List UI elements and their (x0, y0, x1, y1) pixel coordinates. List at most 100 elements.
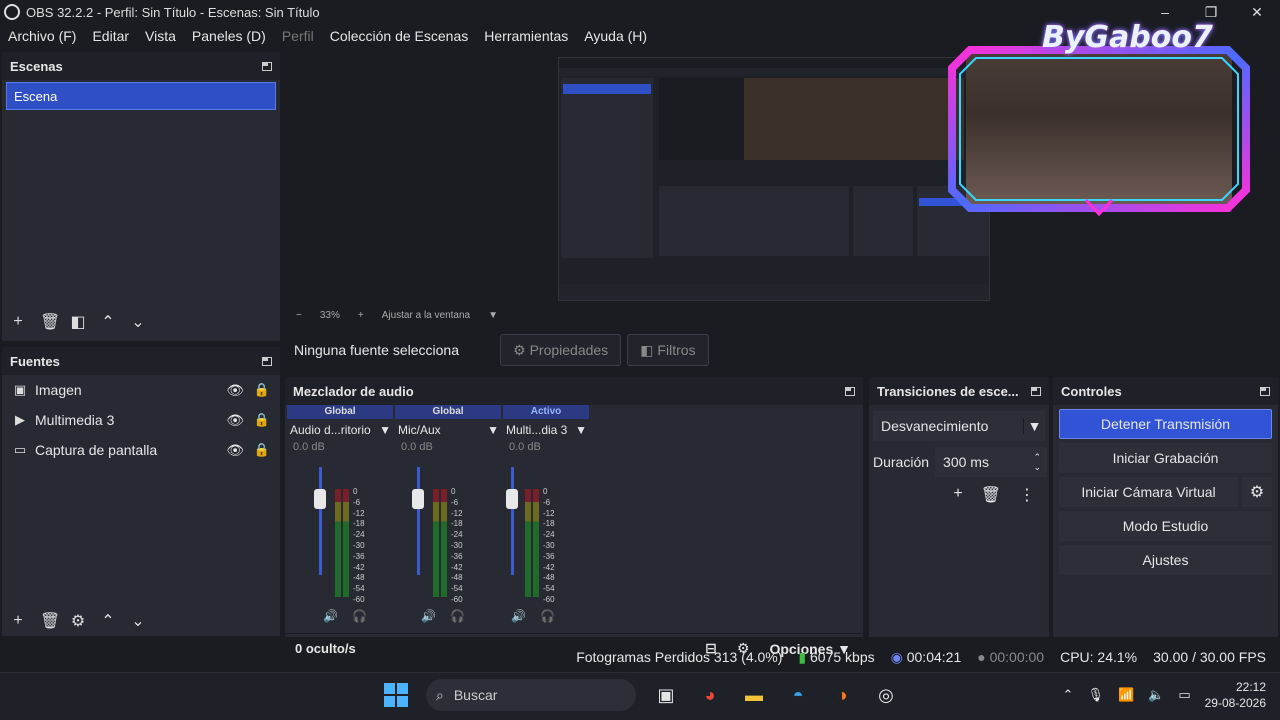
more-options-icon[interactable]: ⋮ (1019, 485, 1035, 505)
volume-slider-track[interactable] (417, 467, 420, 575)
chevron-down-icon[interactable]: ▼ (575, 423, 587, 437)
menu-paneles[interactable]: Paneles (D) (184, 28, 274, 44)
trash-icon[interactable]: 🗑 (981, 485, 1001, 505)
zoom-out-button[interactable]: − (296, 310, 302, 321)
volume-slider-track[interactable] (511, 467, 514, 575)
move-up-icon[interactable]: ⌃ (100, 312, 116, 332)
volume-icon[interactable]: 🔈 (1148, 687, 1164, 703)
trash-icon[interactable]: 🗑 (40, 312, 60, 332)
clock[interactable]: 22:12 29-08-2026 (1205, 679, 1266, 711)
transition-select[interactable]: Desvanecimiento ▼ (873, 411, 1045, 441)
undock-icon[interactable] (1260, 386, 1270, 396)
menu-editar[interactable]: Editar (84, 28, 137, 44)
play-icon: ▶ (15, 412, 25, 427)
volume-slider-handle[interactable] (412, 489, 424, 509)
studio-mode-button[interactable]: Modo Estudio (1059, 511, 1272, 541)
channel-name[interactable]: Multi...dia 3 ▼ (503, 419, 591, 441)
speaker-icon[interactable]: 🔊 (511, 609, 526, 623)
stop-stream-button[interactable]: Detener Transmisión (1059, 409, 1272, 439)
chevron-down-icon[interactable]: ▼ (488, 310, 498, 321)
eye-icon[interactable]: 👁 (226, 412, 244, 429)
windows-start-icon[interactable] (382, 681, 410, 709)
level-meter (433, 489, 447, 597)
firefox-icon[interactable]: ◑ (828, 681, 856, 709)
chevron-up-icon[interactable]: ⌃ (1063, 687, 1074, 703)
trash-icon[interactable]: 🗑 (40, 611, 60, 631)
eye-icon[interactable]: 👁 (226, 382, 244, 399)
zoom-in-button[interactable]: + (358, 310, 364, 321)
move-down-icon[interactable]: ⌄ (130, 611, 146, 631)
level-meter (525, 489, 539, 597)
volume-slider-handle[interactable] (314, 489, 326, 509)
undock-icon[interactable] (1031, 386, 1041, 396)
obs-taskbar-icon[interactable]: ◎ (872, 681, 900, 709)
wifi-icon[interactable]: 📶 (1118, 687, 1134, 703)
undock-icon[interactable] (845, 386, 855, 396)
menu-perfil[interactable]: Perfil (274, 28, 322, 44)
chrome-icon[interactable]: ◕ (696, 681, 724, 709)
no-source-label: Ninguna fuente selecciona (294, 342, 460, 358)
filter-icon[interactable]: ◧ (70, 312, 86, 332)
controls-header: Controles (1053, 377, 1278, 405)
sources-header: Fuentes (2, 347, 280, 375)
taskbar-search[interactable]: ⌕ Buscar (426, 679, 636, 711)
properties-button[interactable]: ⚙ Propiedades (500, 334, 622, 366)
eye-icon[interactable]: 👁 (226, 442, 244, 459)
gear-icon: ⚙ (513, 341, 526, 358)
chevron-down-icon[interactable]: ▼ (379, 423, 391, 437)
add-icon[interactable]: + (10, 313, 26, 331)
task-view-icon[interactable]: ▣ (652, 681, 680, 709)
stream-overlay-frame: ByGaboo7 (946, 20, 1252, 220)
move-up-icon[interactable]: ⌃ (100, 611, 116, 631)
volume-slider-handle[interactable] (506, 489, 518, 509)
add-icon[interactable]: + (10, 612, 26, 630)
gear-icon[interactable]: ⚙ (70, 611, 86, 631)
file-explorer-icon[interactable]: ▬ (740, 681, 768, 709)
channel-name[interactable]: Audio d...ritorio ▼ (287, 419, 395, 441)
gear-icon[interactable]: ⚙ (1242, 477, 1272, 507)
mixer-channel: Global Audio d...ritorio ▼ 0.0 dB 0 -6 -12-… (287, 405, 395, 623)
duration-spinbox[interactable]: 300 ms ⌃ ⌄ (935, 447, 1048, 477)
start-recording-button[interactable]: Iniciar Grabación (1059, 443, 1272, 473)
speaker-icon[interactable]: 🔊 (323, 609, 338, 623)
headphones-icon[interactable]: 🎧 (352, 609, 367, 623)
lock-icon[interactable]: 🔒 (254, 442, 270, 458)
menu-vista[interactable]: Vista (137, 28, 184, 44)
chevron-down-icon[interactable]: ▼ (1023, 418, 1045, 434)
move-down-icon[interactable]: ⌄ (130, 312, 146, 332)
menu-archivo[interactable]: Archivo (F) (0, 28, 84, 44)
zoom-level: 33% (319, 309, 340, 321)
scenes-toolbar: + 🗑 ◧ ⌃ ⌄ (2, 307, 280, 337)
start-virtual-camera-button[interactable]: Iniciar Cámara Virtual (1059, 477, 1238, 507)
source-item[interactable]: ▭ Captura de pantalla 👁 🔒 (2, 435, 280, 465)
chevron-down-icon[interactable]: ▼ (487, 423, 499, 437)
channel-db: 0.0 dB (293, 441, 325, 453)
menu-herramientas[interactable]: Herramientas (476, 28, 576, 44)
source-item[interactable]: ▶ Multimedia 3 👁 🔒 (2, 405, 280, 435)
scene-item[interactable]: Escena (6, 82, 276, 110)
cpu-usage: CPU: 24.1% (1060, 649, 1138, 665)
headphones-icon[interactable]: 🎧 (540, 609, 555, 623)
settings-button[interactable]: Ajustes (1059, 545, 1272, 575)
image-icon: ▣ (13, 382, 27, 397)
volume-slider-track[interactable] (319, 467, 322, 575)
speaker-icon[interactable]: 🔊 (421, 609, 436, 623)
headphones-icon[interactable]: 🎧 (450, 609, 465, 623)
source-item[interactable]: ▣ Imagen 👁 🔒 (2, 375, 280, 405)
microphone-icon[interactable]: 🎙 (1087, 687, 1104, 703)
menu-coleccion[interactable]: Colección de Escenas (322, 28, 477, 44)
duration-value: 300 ms (943, 454, 989, 470)
edge-icon[interactable]: ◓ (784, 681, 812, 709)
channel-name-label: Multi...dia 3 (506, 423, 568, 437)
fit-window-select[interactable]: Ajustar a la ventana (382, 310, 470, 321)
channel-name[interactable]: Mic/Aux ▼ (395, 419, 503, 441)
lock-icon[interactable]: 🔒 (254, 382, 270, 398)
filters-button[interactable]: ◧ Filtros (627, 334, 709, 366)
spin-arrows-icon[interactable]: ⌃ ⌄ (1033, 452, 1041, 472)
undock-icon[interactable] (262, 356, 272, 366)
add-icon[interactable]: + (953, 485, 962, 505)
battery-icon[interactable]: ▭ (1178, 687, 1190, 703)
undock-icon[interactable] (262, 61, 272, 71)
menu-ayuda[interactable]: Ayuda (H) (576, 28, 655, 44)
lock-icon[interactable]: 🔒 (254, 412, 270, 428)
